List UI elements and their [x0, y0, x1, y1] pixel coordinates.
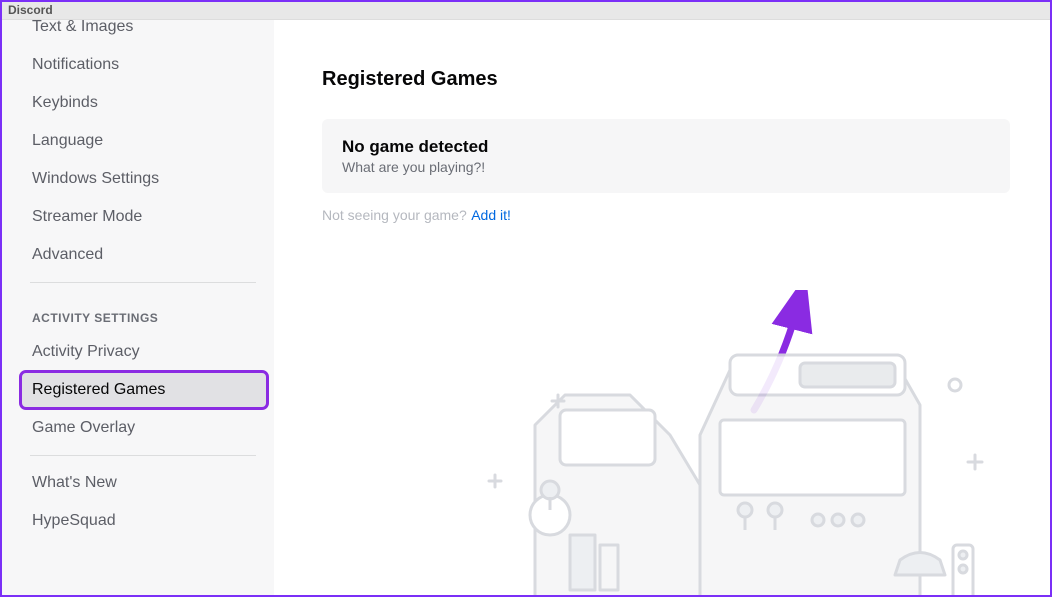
window-title: Discord — [8, 3, 53, 17]
sidebar-item-keybinds[interactable]: Keybinds — [22, 86, 266, 120]
sidebar-divider — [30, 282, 256, 283]
game-detection-box: No game detected What are you playing?! — [322, 119, 1010, 193]
app-container: Text & Images Notifications Keybinds Lan… — [2, 20, 1050, 595]
add-game-link[interactable]: Add it! — [471, 207, 511, 223]
sidebar-item-notifications[interactable]: Notifications — [22, 48, 266, 82]
sidebar-item-windows-settings[interactable]: Windows Settings — [22, 162, 266, 196]
sidebar-item-hypesquad[interactable]: HypeSquad — [22, 504, 266, 538]
no-game-heading: No game detected — [342, 137, 990, 157]
sidebar-divider — [30, 455, 256, 456]
no-game-subtext: What are you playing?! — [342, 159, 990, 175]
sidebar-item-text-images[interactable]: Text & Images — [22, 20, 266, 44]
window-titlebar: Discord — [2, 2, 1050, 20]
sidebar-section-header: ACTIVITY SETTINGS — [2, 293, 274, 331]
not-seeing-text: Not seeing your game? — [322, 207, 467, 223]
sidebar-item-streamer-mode[interactable]: Streamer Mode — [22, 200, 266, 234]
page-title: Registered Games — [322, 68, 1010, 91]
main-content: Registered Games No game detected What a… — [274, 20, 1050, 595]
add-game-row: Not seeing your game? Add it! — [322, 207, 1010, 225]
settings-sidebar: Text & Images Notifications Keybinds Lan… — [2, 20, 274, 595]
sidebar-item-advanced[interactable]: Advanced — [22, 238, 266, 272]
sidebar-item-whats-new[interactable]: What's New — [22, 466, 266, 500]
arcade-illustration — [400, 335, 1020, 595]
sidebar-item-language[interactable]: Language — [22, 124, 266, 158]
sidebar-item-activity-privacy[interactable]: Activity Privacy — [22, 335, 266, 369]
sidebar-item-registered-games[interactable]: Registered Games — [22, 373, 266, 407]
sidebar-item-game-overlay[interactable]: Game Overlay — [22, 411, 266, 445]
